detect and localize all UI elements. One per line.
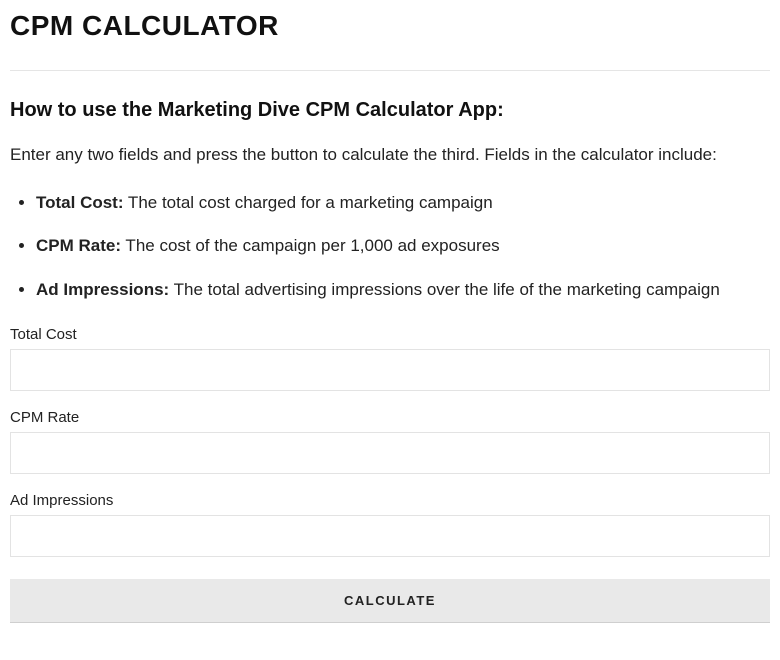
definition-desc: The cost of the campaign per 1,000 ad ex… (121, 236, 500, 255)
ad-impressions-group: Ad Impressions (10, 492, 770, 557)
definition-term: CPM Rate: (36, 236, 121, 255)
ad-impressions-label: Ad Impressions (10, 492, 770, 509)
divider (10, 70, 770, 71)
list-item: CPM Rate: The cost of the campaign per 1… (36, 233, 770, 259)
total-cost-label: Total Cost (10, 326, 770, 343)
definition-desc: The total cost charged for a marketing c… (124, 193, 493, 212)
definitions-list: Total Cost: The total cost charged for a… (10, 190, 770, 303)
total-cost-group: Total Cost (10, 326, 770, 391)
page-title: CPM CALCULATOR (10, 10, 770, 42)
calculate-button[interactable]: CALCULATE (10, 579, 770, 623)
cpm-rate-label: CPM Rate (10, 409, 770, 426)
cpm-rate-group: CPM Rate (10, 409, 770, 474)
intro-text: Enter any two fields and press the butto… (10, 142, 770, 168)
definition-desc: The total advertising impressions over t… (169, 280, 720, 299)
ad-impressions-input[interactable] (10, 515, 770, 557)
definition-term: Ad Impressions: (36, 280, 169, 299)
total-cost-input[interactable] (10, 349, 770, 391)
how-to-heading: How to use the Marketing Dive CPM Calcul… (10, 99, 770, 122)
list-item: Ad Impressions: The total advertising im… (36, 277, 770, 303)
list-item: Total Cost: The total cost charged for a… (36, 190, 770, 216)
definition-term: Total Cost: (36, 193, 124, 212)
cpm-rate-input[interactable] (10, 432, 770, 474)
